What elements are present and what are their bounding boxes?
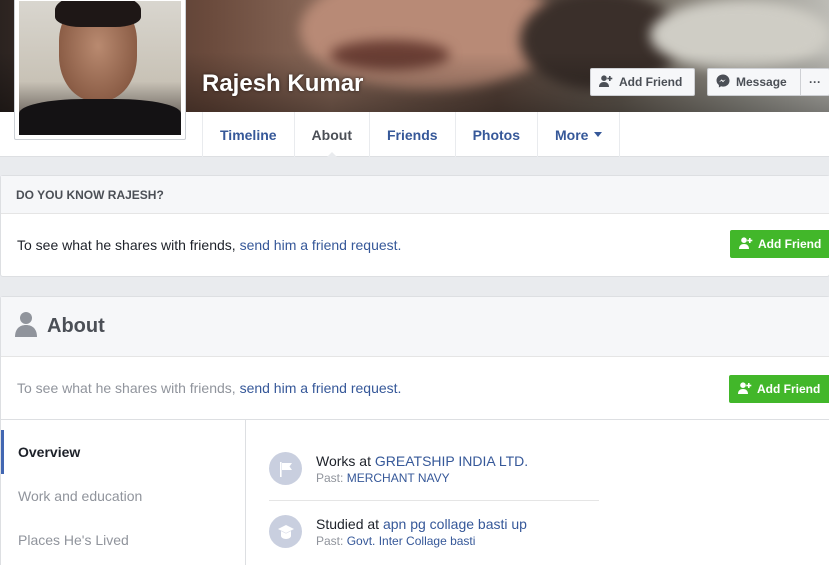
more-dots-icon: ··· (809, 75, 821, 89)
more-options-button[interactable]: ··· (800, 68, 829, 96)
message-label: Message (736, 75, 787, 89)
friend-request-link[interactable]: send him a friend request (240, 237, 398, 253)
add-friend-label: Add Friend (619, 75, 683, 89)
about-title: About (47, 315, 105, 337)
employer-link[interactable]: GREATSHIP INDIA LTD. (375, 453, 528, 469)
tab-about[interactable]: About (293, 112, 369, 158)
about-overview: Works at GREATSHIP INDIA LTD. Past: MERC… (269, 420, 599, 549)
work-past: Past: MERCHANT NAVY (316, 470, 528, 486)
tab-more[interactable]: More (537, 112, 621, 157)
work-entry: Works at GREATSHIP INDIA LTD. (316, 452, 528, 470)
sidebar-item-places-lived[interactable]: Places He's Lived (1, 518, 245, 562)
briefcase-flag-icon (269, 452, 302, 485)
tab-photos[interactable]: Photos (454, 112, 537, 157)
person-icon (15, 311, 37, 342)
list-item: Works at GREATSHIP INDIA LTD. Past: MERC… (269, 452, 599, 486)
entry-prefix: Studied at (316, 516, 380, 532)
about-header: About (1, 297, 829, 357)
divider (269, 500, 599, 501)
tab-label: Timeline (220, 126, 277, 143)
tab-label: Friends (386, 126, 438, 143)
past-employer-link[interactable]: MERCHANT NAVY (347, 471, 450, 485)
add-friend-button[interactable]: Add Friend (590, 68, 695, 96)
know-heading: DO YOU KNOW RAJESH? (1, 176, 829, 214)
education-past: Past: Govt. Inter Collage basti (316, 533, 527, 549)
add-friend-icon (739, 236, 753, 252)
tab-label: More (555, 126, 589, 143)
about-request: To see what he shares with friends, send… (1, 357, 829, 420)
messenger-icon (716, 74, 730, 91)
know-panel: DO YOU KNOW RAJESH? To see what he share… (0, 175, 829, 277)
period: . (397, 237, 402, 253)
add-friend-green-button[interactable]: Add Friend (730, 230, 829, 258)
sidebar-item-overview[interactable]: Overview (1, 430, 245, 474)
add-friend-green-button[interactable]: Add Friend (729, 375, 829, 403)
entry-prefix: Works at (316, 453, 371, 469)
friend-request-link[interactable]: send him a friend request (240, 380, 398, 396)
about-sidebar: Overview Work and education Places He's … (1, 420, 246, 565)
about-panel: About To see what he shares with friends… (0, 296, 829, 565)
know-text: To see what he shares with friends, send… (1, 214, 829, 276)
tab-label: About (311, 126, 352, 143)
request-text: To see what he shares with friends, (17, 380, 236, 396)
past-label: Past: (316, 471, 344, 485)
past-school-link[interactable]: Govt. Inter Collage basti (347, 534, 476, 548)
profile-picture[interactable] (14, 0, 186, 140)
caret-down-icon (594, 132, 603, 137)
tab-label: Photos (472, 126, 521, 143)
tab-timeline[interactable]: Timeline (202, 112, 294, 157)
education-entry: Studied at apn pg collage basti up (316, 515, 527, 533)
graduation-cap-icon (269, 515, 302, 548)
list-item: Studied at apn pg collage basti up Past:… (269, 515, 599, 549)
past-label: Past: (316, 534, 344, 548)
add-friend-label: Add Friend (757, 382, 821, 396)
message-button[interactable]: Message (707, 68, 800, 96)
add-friend-label: Add Friend (758, 237, 822, 251)
sidebar-item-work-education[interactable]: Work and education (1, 474, 245, 518)
profile-name[interactable]: Rajesh Kumar (202, 70, 363, 98)
add-friend-icon (599, 74, 613, 90)
school-link[interactable]: apn pg collage basti up (383, 516, 527, 532)
add-friend-icon (738, 381, 752, 397)
period: . (397, 380, 402, 396)
know-text-prefix: To see what he shares with friends, (17, 237, 236, 253)
tab-friends[interactable]: Friends (368, 112, 455, 157)
